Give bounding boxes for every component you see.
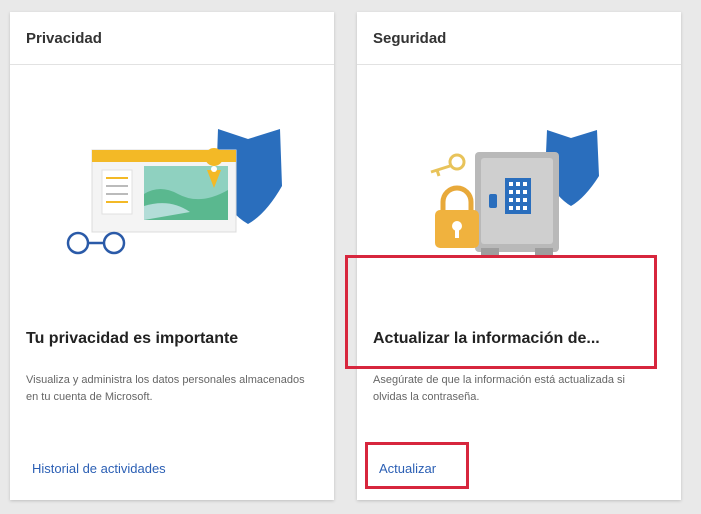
security-illustration	[430, 130, 599, 256]
privacy-illustration	[66, 129, 282, 255]
security-description: Asegúrate de que la información está act…	[373, 374, 625, 403]
key-icon	[430, 153, 466, 177]
activity-history-link[interactable]: Historial de actividades	[32, 461, 166, 476]
privacy-description: Visualiza y administra los datos persona…	[26, 374, 305, 403]
padlock-icon	[435, 185, 479, 248]
safe-icon	[475, 152, 559, 256]
update-link[interactable]: Actualizar	[379, 461, 436, 476]
privacy-card-header: Privacidad	[10, 12, 334, 65]
security-card: Seguridad Actualizar la información de..…	[357, 12, 681, 500]
privacy-card: Privacidad Tu privacidad es importante V…	[10, 12, 334, 500]
glasses-icon	[66, 231, 126, 255]
security-card-header: Seguridad	[357, 12, 681, 65]
security-title: Actualizar la información de...	[373, 330, 600, 347]
privacy-title: Tu privacidad es importante	[26, 330, 239, 347]
location-pin-icon	[205, 148, 224, 166]
